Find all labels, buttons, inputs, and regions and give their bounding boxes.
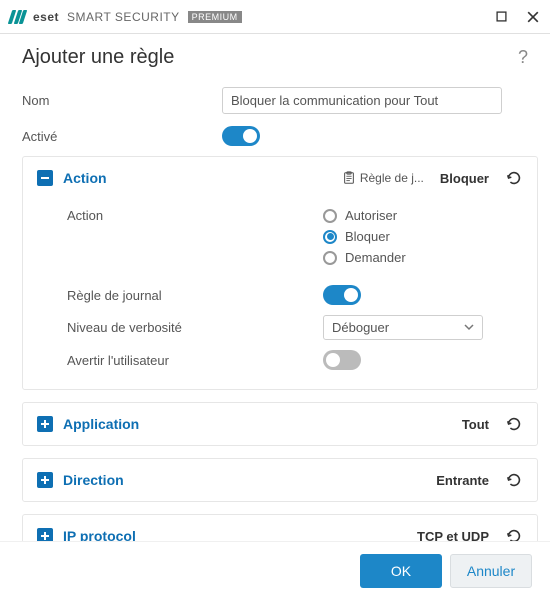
warn-toggle[interactable]: [323, 350, 361, 370]
titlebar: eset SMART SECURITY PREMIUM: [0, 0, 550, 34]
panel-direction: Direction Entrante: [22, 458, 538, 502]
panel-application: Application Tout: [22, 402, 538, 446]
panel-action-meta: Règle de j...: [342, 171, 424, 185]
panel-application-title: Application: [63, 416, 139, 432]
help-icon[interactable]: ?: [518, 47, 528, 68]
radio-allow-label: Autoriser: [345, 208, 397, 223]
enabled-label: Activé: [22, 129, 222, 144]
journal-toggle[interactable]: [323, 285, 361, 305]
ok-button[interactable]: OK: [360, 554, 442, 588]
window-close-button[interactable]: [526, 10, 540, 24]
radio-ask[interactable]: Demander: [323, 250, 406, 265]
undo-icon[interactable]: [505, 169, 523, 187]
verbosity-label: Niveau de verbosité: [67, 320, 297, 335]
undo-icon[interactable]: [505, 415, 523, 433]
app-logo: eset SMART SECURITY PREMIUM: [10, 10, 242, 24]
verbosity-select[interactable]: Déboguer: [323, 315, 483, 340]
radio-ask-icon: [323, 251, 337, 265]
cancel-button[interactable]: Annuler: [450, 554, 532, 588]
panel-action: Action Règle de j... Bloquer: [22, 156, 538, 390]
clipboard-icon: [342, 171, 356, 185]
radio-block-icon: [323, 230, 337, 244]
panel-direction-summary: Entrante: [436, 473, 489, 488]
brand-product: SMART SECURITY: [67, 10, 180, 24]
panel-action-header[interactable]: Action Règle de j... Bloquer: [23, 157, 537, 199]
chevron-down-icon: [464, 320, 474, 335]
panel-direction-header[interactable]: Direction Entrante: [23, 459, 537, 501]
rule-name-input[interactable]: [222, 87, 502, 114]
radio-block[interactable]: Bloquer: [323, 229, 406, 244]
panel-application-header[interactable]: Application Tout: [23, 403, 537, 445]
panel-action-meta-text: Règle de j...: [360, 171, 424, 185]
radio-allow-icon: [323, 209, 337, 223]
collapse-icon: [37, 170, 53, 186]
verbosity-value: Déboguer: [332, 320, 389, 335]
panel-action-summary: Bloquer: [440, 171, 489, 186]
undo-icon[interactable]: [505, 471, 523, 489]
panels-scroll-area[interactable]: Action Règle de j... Bloquer: [0, 152, 548, 552]
radio-allow[interactable]: Autoriser: [323, 208, 406, 223]
brand-eset: eset: [33, 10, 59, 24]
expand-icon: [37, 416, 53, 432]
enabled-toggle[interactable]: [222, 126, 260, 146]
panel-application-summary: Tout: [462, 417, 489, 432]
window-maximize-button[interactable]: [494, 10, 508, 24]
radio-ask-label: Demander: [345, 250, 406, 265]
page-header: Ajouter une règle ?: [0, 34, 550, 77]
panel-direction-title: Direction: [63, 472, 124, 488]
panel-action-title: Action: [63, 170, 107, 186]
journal-label: Règle de journal: [67, 288, 297, 303]
eset-stripes-icon: [8, 10, 28, 24]
dialog-footer: OK Annuler: [0, 541, 550, 600]
radio-block-label: Bloquer: [345, 229, 390, 244]
page-title: Ajouter une règle: [22, 46, 174, 69]
brand-edition: PREMIUM: [188, 11, 242, 23]
name-label: Nom: [22, 93, 222, 108]
expand-icon: [37, 472, 53, 488]
warn-label: Avertir l'utilisateur: [67, 353, 297, 368]
action-option-label: Action: [67, 208, 297, 223]
